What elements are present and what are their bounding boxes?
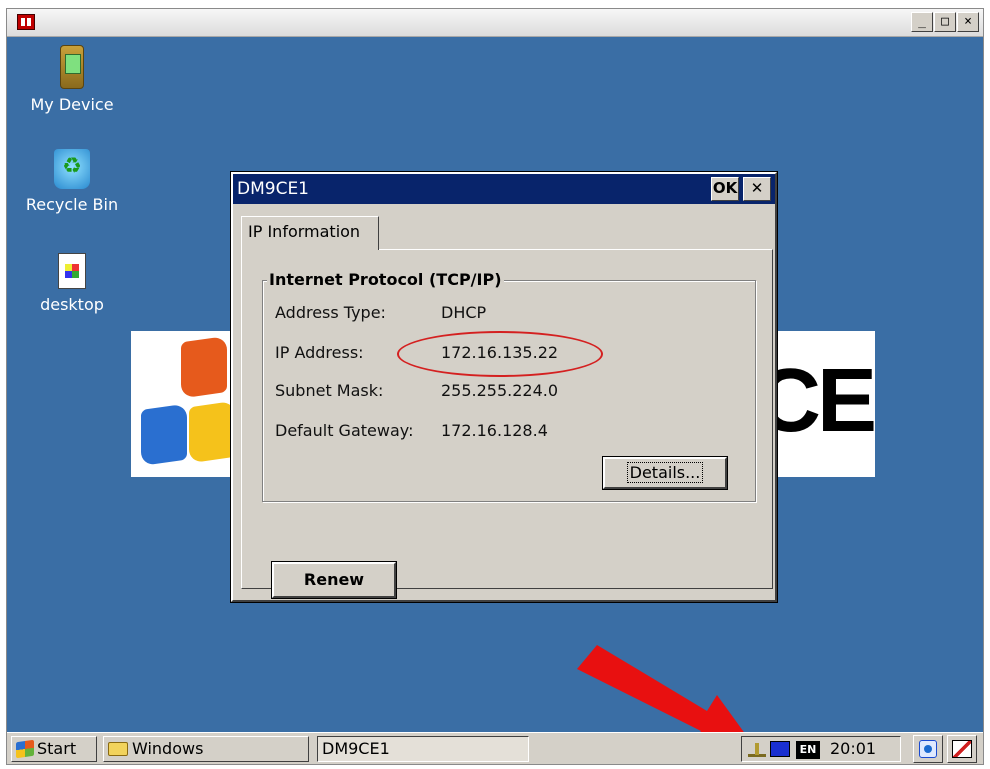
recycle-bin-icon (54, 149, 90, 189)
taskbar-button-windows[interactable]: Windows (103, 736, 309, 762)
field-label: IP Address: (275, 343, 364, 362)
start-button[interactable]: Start (11, 736, 97, 762)
desktop-switch-icon (919, 740, 937, 758)
input-panel-button[interactable] (947, 735, 977, 763)
field-label: Default Gateway: (275, 421, 414, 440)
input-language-badge[interactable]: EN (796, 741, 820, 759)
field-value: DHCP (441, 303, 487, 322)
dialog-close-button[interactable]: ✕ (743, 177, 771, 201)
details-button[interactable]: Details... (603, 457, 727, 489)
windows-logo-icon (141, 334, 241, 474)
system-tray: EN 20:01 (741, 736, 901, 762)
tab-ip-information[interactable]: IP Information (241, 216, 379, 250)
details-button-label: Details... (626, 462, 704, 483)
device-screen: _ □ × My Device Recycle Bin desktop CE D… (6, 8, 984, 765)
desktop-icon-desktop[interactable]: desktop (17, 253, 127, 314)
remote-window-titlebar[interactable]: _ □ × (7, 9, 983, 37)
start-label: Start (37, 739, 77, 758)
desktop-icon-label: desktop (40, 295, 104, 314)
desktop-icon-label: Recycle Bin (25, 195, 119, 214)
app-icon (17, 14, 35, 30)
field-label: Subnet Mask: (275, 381, 384, 400)
dm9ce1-dialog: DM9CE1 OK ✕ IP Information Internet Prot… (231, 172, 777, 602)
dialog-titlebar[interactable]: DM9CE1 (233, 174, 775, 204)
window-controls: _ □ × (911, 12, 979, 32)
taskbar-button-dm9ce1[interactable]: DM9CE1 (317, 736, 529, 762)
tcp-ip-group: Internet Protocol (TCP/IP) Address Type:… (262, 269, 756, 502)
input-panel-icon (952, 740, 972, 758)
field-value: 172.16.128.4 (441, 421, 548, 440)
highlight-circle (397, 331, 603, 377)
field-value: 255.255.224.0 (441, 381, 559, 400)
folder-icon (108, 742, 128, 756)
ip-information-panel: Internet Protocol (TCP/IP) Address Type:… (241, 249, 773, 598)
dialog-title: DM9CE1 (237, 179, 310, 199)
maximize-button[interactable]: □ (934, 12, 956, 32)
group-title: Internet Protocol (TCP/IP) (267, 269, 504, 291)
taskbar-button-label: Windows (132, 739, 204, 758)
desktop-icon-label: My Device (30, 95, 114, 114)
document-icon (58, 253, 86, 289)
show-desktop-button[interactable] (913, 735, 943, 763)
desktop-icon-recycle-bin[interactable]: Recycle Bin (17, 149, 127, 214)
close-button[interactable]: × (957, 12, 979, 32)
windows-flag-icon (16, 739, 34, 759)
renew-button[interactable]: Renew (272, 562, 396, 598)
desktop-icon-my-device[interactable]: My Device (17, 45, 127, 114)
field-label: Address Type: (275, 303, 386, 322)
ok-button[interactable]: OK (711, 177, 739, 201)
device-icon (60, 45, 84, 89)
network-icon[interactable] (748, 743, 766, 757)
taskbar: Start Windows DM9CE1 EN 20:01 (7, 732, 983, 764)
clock[interactable]: 20:01 (830, 737, 876, 761)
minimize-button[interactable]: _ (911, 12, 933, 32)
taskbar-button-label: DM9CE1 (322, 739, 390, 758)
monitor-icon[interactable] (770, 741, 790, 757)
